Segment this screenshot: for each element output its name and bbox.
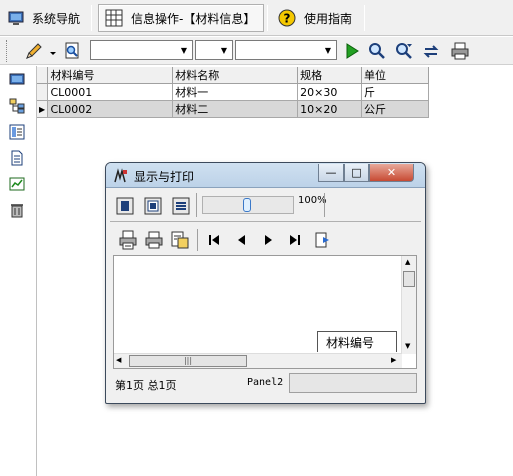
minimize-icon: — (325, 166, 337, 179)
chart-icon[interactable] (9, 176, 25, 192)
next-page-icon[interactable] (260, 233, 276, 247)
horizontal-scrollbar[interactable]: ◀ ||| ▶ (114, 353, 402, 368)
run-icon[interactable] (342, 41, 362, 61)
grid-cell[interactable]: 材料一 (172, 83, 299, 101)
row-indicator[interactable]: ▶ (37, 100, 49, 118)
tab-system-nav[interactable]: 系统导航 (2, 4, 88, 32)
grid-cell[interactable]: CL0002 (47, 100, 174, 118)
trash-icon[interactable] (9, 202, 25, 218)
svg-text:?: ? (284, 12, 291, 26)
zoom-slider[interactable] (202, 196, 294, 214)
column-header[interactable]: 单位 (361, 67, 429, 84)
tab-user-guide[interactable]: ? 使用指南 (272, 4, 362, 32)
filter-combo-2[interactable]: ▼ (195, 40, 233, 60)
export-icon[interactable] (170, 230, 190, 250)
toolbar-separator (196, 193, 197, 217)
grid-cell[interactable]: 公斤 (361, 100, 429, 118)
grid-cell[interactable]: 斤 (361, 83, 429, 101)
page-status: 第1页 总1页 (115, 379, 177, 392)
horizontal-scroll-thumb[interactable]: ||| (129, 355, 247, 367)
pencil-icon[interactable] (24, 41, 44, 61)
row-indicator[interactable] (37, 83, 49, 101)
tab-label: 系统导航 (32, 11, 81, 26)
last-page-icon[interactable] (287, 233, 303, 247)
toolbar: ▼ ▼ ▼ (0, 37, 513, 65)
vertical-scroll-thumb[interactable] (403, 271, 415, 287)
row-indicator (37, 67, 49, 84)
grid-cell[interactable]: 10×20 (297, 100, 363, 118)
preview-pane[interactable]: 材料编号 ▲ ▼ ◀ ||| ▶ (113, 255, 417, 369)
status-panel (289, 373, 417, 393)
single-page-icon[interactable] (116, 197, 134, 215)
chevron-down-icon[interactable]: ▼ (320, 41, 336, 59)
preview-icon[interactable] (62, 41, 82, 61)
table-row[interactable]: CL0001 材料一 20×30 斤 (37, 83, 429, 101)
left-sidebar (0, 66, 37, 476)
scroll-right-icon[interactable]: ▶ (391, 356, 396, 364)
help-icon: ? (278, 9, 296, 27)
status-bar: 第1页 总1页 Panel2 (113, 373, 417, 395)
prev-page-icon[interactable] (233, 233, 249, 247)
tab-separator (91, 5, 92, 31)
zoom-slider-thumb[interactable] (243, 198, 251, 212)
print-icon[interactable] (450, 41, 470, 61)
tab-label: 使用指南 (304, 11, 353, 26)
column-header[interactable]: 规格 (297, 67, 363, 84)
scroll-left-icon[interactable]: ◀ (116, 356, 121, 364)
column-header[interactable]: 材料编号 (47, 67, 174, 84)
dialog-title: 显示与打印 (134, 170, 195, 184)
close-icon: ✕ (386, 166, 397, 179)
minimize-button[interactable]: — (318, 164, 344, 182)
tab-separator (364, 5, 365, 31)
toolbar-grip[interactable] (6, 40, 9, 62)
toolbar-separator (197, 229, 198, 251)
app-icon (113, 168, 129, 184)
grid-header-row: 材料编号 材料名称 规格 单位 (37, 67, 429, 84)
maximize-icon: □ (351, 166, 362, 179)
print-icon[interactable] (144, 230, 164, 250)
page-width-icon[interactable] (172, 197, 190, 215)
grid-icon (105, 9, 123, 27)
print-setup-icon[interactable] (118, 230, 138, 250)
table-row[interactable]: ▶ CL0002 材料二 10×20 公斤 (37, 100, 429, 118)
chevron-down-icon[interactable]: ▼ (176, 41, 192, 59)
grid-cell[interactable]: 材料二 (172, 100, 299, 118)
document-icon[interactable] (9, 150, 25, 166)
panel-label: Panel2 (247, 377, 284, 388)
vertical-scrollbar[interactable]: ▲ ▼ (401, 256, 416, 354)
monitor-icon (8, 10, 24, 26)
chevron-down-icon[interactable]: ▼ (216, 41, 232, 59)
scroll-up-icon[interactable]: ▲ (405, 258, 410, 266)
maximize-button[interactable]: □ (344, 164, 369, 182)
grid-cell[interactable]: 20×30 (297, 83, 363, 101)
monitor-icon[interactable] (9, 72, 25, 88)
grid-cell[interactable]: CL0001 (47, 83, 174, 101)
first-page-icon[interactable] (206, 233, 222, 247)
dialog-titlebar[interactable]: 显示与打印 — □ ✕ (106, 163, 425, 188)
replace-icon[interactable] (421, 41, 441, 61)
zoom-label: 100% (298, 195, 327, 206)
find-icon[interactable] (367, 41, 387, 61)
tab-label: 信息操作-【材料信息】 (131, 11, 256, 26)
toolbar-divider (110, 221, 421, 222)
tab-info-operation[interactable]: 信息操作-【材料信息】 (98, 4, 264, 32)
preview-column-header: 材料编号 (317, 331, 397, 352)
exit-preview-icon[interactable] (314, 231, 332, 249)
column-header[interactable]: 材料名称 (172, 67, 299, 84)
list-icon[interactable] (9, 124, 25, 140)
dropdown-arrow-icon[interactable] (48, 41, 58, 61)
tab-separator (267, 5, 268, 31)
filter-combo-1[interactable]: ▼ (90, 40, 193, 60)
fit-page-icon[interactable] (144, 197, 162, 215)
toolbar-separator (324, 193, 325, 217)
tab-bar: 系统导航 信息操作-【材料信息】 ? 使用指南 (0, 0, 513, 36)
scroll-down-icon[interactable]: ▼ (405, 342, 410, 350)
find-next-icon[interactable] (394, 41, 414, 61)
filter-combo-3[interactable]: ▼ (235, 40, 337, 60)
hierarchy-icon[interactable] (9, 98, 25, 114)
material-grid: 材料编号 材料名称 规格 单位 CL0001 材料一 20×30 斤 ▶ CL0… (37, 67, 429, 118)
close-button[interactable]: ✕ (369, 164, 414, 182)
print-preview-dialog: 显示与打印 — □ ✕ 100% 材料编号 ▲ ▼ ◀ ||| ▶ 第1页 总1… (105, 162, 426, 404)
